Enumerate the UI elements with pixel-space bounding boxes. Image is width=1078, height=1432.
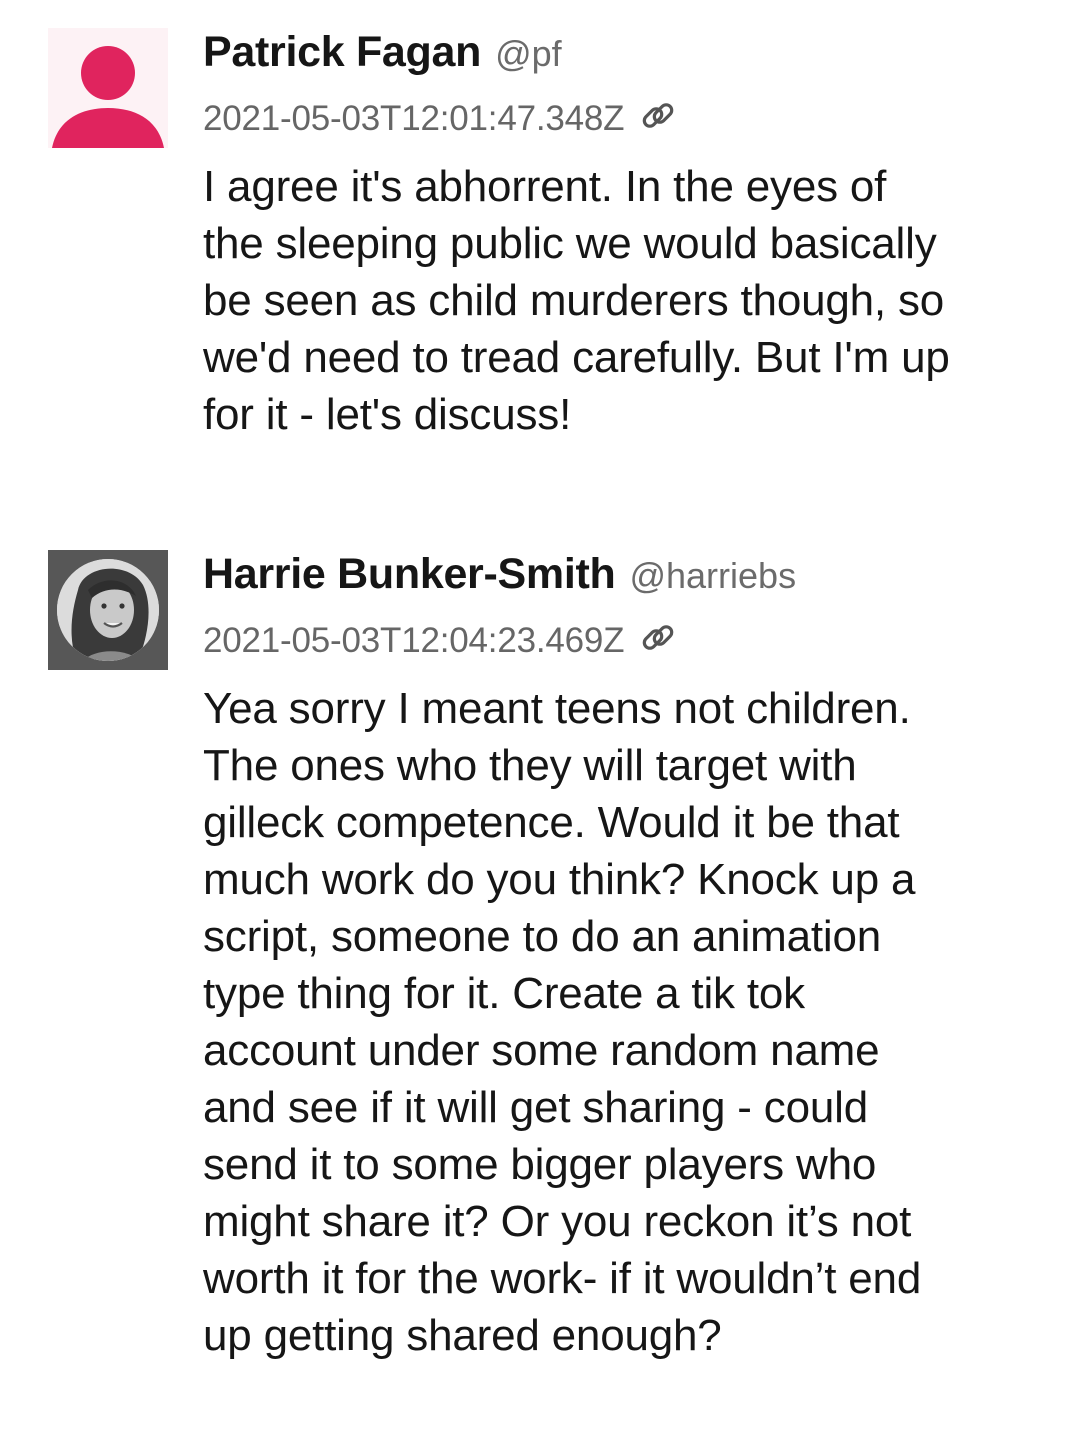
- post-content: Patrick Fagan @pf 2021-05-03T12:01:47.348…: [203, 28, 1063, 443]
- message-line: gilleck competence. Would it be that: [203, 798, 900, 847]
- display-name[interactable]: Patrick Fagan: [203, 28, 481, 76]
- message-line: send it to some bigger players who: [203, 1140, 877, 1189]
- message-line: account under some random name: [203, 1026, 880, 1075]
- profile-photo-icon: [48, 550, 168, 670]
- post-header: Patrick Fagan @pf: [203, 28, 1063, 88]
- user-handle[interactable]: @pf: [495, 33, 562, 74]
- message-line: we'd need to tread carefully. But I'm up: [203, 333, 950, 382]
- post-meta: 2021-05-03T12:04:23.469Z: [203, 618, 1063, 662]
- timestamp: 2021-05-03T12:04:23.469Z: [203, 621, 625, 660]
- post-content: Harrie Bunker-Smith @harriebs 2021-05-03T…: [203, 550, 1063, 1364]
- default-person-icon: [52, 46, 164, 148]
- link-icon[interactable]: [638, 96, 678, 136]
- message-line: up getting shared enough?: [203, 1311, 722, 1360]
- user-handle[interactable]: @harriebs: [629, 555, 796, 596]
- message-line: be seen as child murderers though, so: [203, 276, 945, 325]
- message-line: for it - let's discuss!: [203, 390, 572, 439]
- message-line: The ones who they will target with: [203, 741, 857, 790]
- message-line: type thing for it. Create a tik tok: [203, 969, 805, 1018]
- message-line: the sleeping public we would basically: [203, 219, 937, 268]
- post-meta: 2021-05-03T12:01:47.348Z: [203, 96, 1063, 140]
- message-line: Yea sorry I meant teens not children.: [203, 684, 911, 733]
- message-line: script, someone to do an animation: [203, 912, 882, 961]
- message-line: much work do you think? Knock up a: [203, 855, 916, 904]
- link-icon[interactable]: [638, 618, 678, 658]
- message-line: I agree it's abhorrent. In the eyes of: [203, 162, 887, 211]
- message-body: I agree it's abhorrent. In the eyes of t…: [203, 158, 1053, 443]
- post-header: Harrie Bunker-Smith @harriebs: [203, 550, 1063, 610]
- message-line: worth it for the work- if it wouldn’t en…: [203, 1254, 922, 1303]
- message-line: and see if it will get sharing - could: [203, 1083, 868, 1132]
- display-name[interactable]: Harrie Bunker-Smith: [203, 550, 616, 598]
- message-body: Yea sorry I meant teens not children. Th…: [203, 680, 1053, 1364]
- message-line: might share it? Or you reckon it’s not: [203, 1197, 912, 1246]
- avatar[interactable]: [48, 550, 168, 670]
- avatar[interactable]: [48, 28, 168, 148]
- timestamp: 2021-05-03T12:01:47.348Z: [203, 99, 625, 138]
